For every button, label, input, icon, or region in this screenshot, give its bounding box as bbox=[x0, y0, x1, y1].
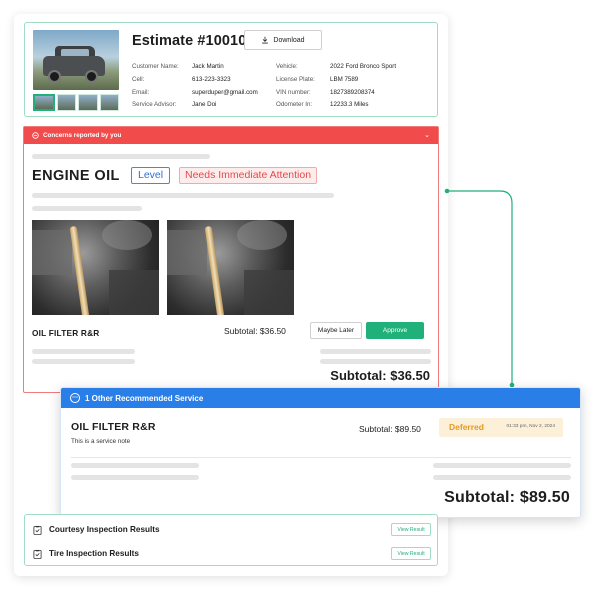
more-dots-icon: ⋯ bbox=[70, 393, 80, 403]
vin-number: 1827389208374 bbox=[330, 88, 375, 96]
thumbnail-2[interactable] bbox=[56, 94, 76, 111]
approve-button[interactable]: Approve bbox=[366, 322, 424, 339]
chevron-down-icon[interactable]: ⌄ bbox=[424, 131, 430, 139]
attention-tag: Needs Immediate Attention bbox=[179, 167, 318, 184]
vehicle-photo-thumbnails bbox=[33, 94, 119, 111]
placeholder-line bbox=[71, 463, 199, 468]
placeholder-line bbox=[32, 193, 334, 198]
info-label: Cell: bbox=[132, 75, 145, 83]
customer-cell: 613-223-3323 bbox=[192, 75, 231, 83]
recommended-service-card: ⋯ 1 Other Recommended Service OIL FILTER… bbox=[60, 387, 581, 518]
info-label: Odometer In: bbox=[276, 101, 313, 109]
view-result-button[interactable]: View Result bbox=[391, 547, 431, 560]
odometer: 12233.3 Miles bbox=[330, 101, 369, 109]
thumbnail-4[interactable] bbox=[99, 94, 119, 111]
placeholder-line bbox=[32, 154, 210, 159]
placeholder-line bbox=[320, 359, 431, 364]
inspection-results: Courtesy Inspection Results View Result … bbox=[24, 514, 438, 566]
placeholder-line bbox=[71, 475, 199, 480]
alert-circle-icon bbox=[32, 132, 39, 139]
inspection-row: Courtesy Inspection Results View Result bbox=[25, 519, 437, 541]
vehicle-info: Vehicle: 2022 Ford Bronco Sport License P… bbox=[276, 61, 396, 112]
vehicle-model: 2022 Ford Bronco Sport bbox=[330, 63, 397, 70]
level-tag: Level bbox=[131, 167, 171, 184]
customer-email: superduper@gmail.com bbox=[192, 88, 258, 96]
deferred-timestamp: 01:33 pm, Nov 2, 2024 bbox=[506, 424, 555, 429]
customer-info: Customer Name: Jack Martin Cell: 613-223-3… bbox=[132, 61, 258, 112]
placeholder-line bbox=[32, 359, 135, 364]
download-button[interactable]: Download bbox=[244, 30, 322, 50]
download-label: Download bbox=[273, 36, 305, 44]
deferred-status-badge: Deferred 01:33 pm, Nov 2, 2024 bbox=[439, 418, 563, 437]
service-name: OIL FILTER R&R bbox=[32, 328, 100, 338]
placeholder-line bbox=[433, 475, 571, 480]
clipboard-check-icon bbox=[33, 549, 42, 559]
recommended-header-label: 1 Other Recommended Service bbox=[85, 393, 204, 403]
info-label: Vehicle: bbox=[276, 63, 298, 70]
inspection-row: Tire Inspection Results View Result bbox=[25, 543, 437, 565]
deferred-label: Deferred bbox=[449, 422, 484, 432]
license-plate: LBM 7589 bbox=[330, 75, 359, 83]
vehicle-photo[interactable] bbox=[33, 30, 119, 90]
recommended-subtotal: Subtotal: $89.50 bbox=[359, 424, 421, 434]
placeholder-line bbox=[320, 349, 431, 354]
service-note: This is a service note bbox=[71, 438, 131, 445]
inspection-label: Courtesy Inspection Results bbox=[49, 525, 160, 534]
concern-title: ENGINE OIL bbox=[32, 168, 120, 184]
maybe-later-button[interactable]: Maybe Later bbox=[310, 322, 362, 339]
estimate-title: Estimate #10010 bbox=[132, 33, 247, 49]
info-label: Service Advisor: bbox=[132, 101, 177, 109]
info-label: Customer Name: bbox=[132, 63, 179, 70]
concern-subtotal: Subtotal: $36.50 bbox=[330, 368, 430, 383]
thumbnail-3[interactable] bbox=[78, 94, 98, 111]
info-label: License Plate: bbox=[276, 75, 315, 83]
clipboard-check-icon bbox=[33, 525, 42, 535]
customer-name: Jack Martin bbox=[192, 63, 224, 70]
view-result-button[interactable]: View Result bbox=[391, 523, 431, 536]
info-label: VIN number: bbox=[276, 88, 311, 96]
placeholder-line bbox=[32, 206, 142, 211]
inspection-label: Tire Inspection Results bbox=[49, 549, 139, 558]
concerns-header[interactable]: Concerns reported by you ⌄ bbox=[24, 127, 438, 144]
divider bbox=[71, 457, 571, 458]
concerns-section: Concerns reported by you ⌄ ENGINE OIL Le… bbox=[23, 126, 439, 393]
service-advisor: Jane Doi bbox=[192, 101, 217, 109]
placeholder-line bbox=[433, 463, 571, 468]
recommended-total: Subtotal: $89.50 bbox=[444, 489, 570, 506]
download-icon bbox=[262, 36, 269, 44]
concerns-header-label: Concerns reported by you bbox=[43, 132, 122, 139]
thumbnail-1[interactable] bbox=[33, 94, 55, 111]
engine-oil-photo[interactable] bbox=[167, 220, 294, 315]
info-label: Email: bbox=[132, 88, 150, 96]
recommended-service-name: OIL FILTER R&R bbox=[71, 421, 156, 433]
placeholder-line bbox=[32, 349, 135, 354]
service-subtotal: Subtotal: $36.50 bbox=[224, 326, 286, 336]
engine-oil-photo[interactable] bbox=[32, 220, 159, 315]
recommended-header[interactable]: ⋯ 1 Other Recommended Service bbox=[61, 388, 580, 408]
